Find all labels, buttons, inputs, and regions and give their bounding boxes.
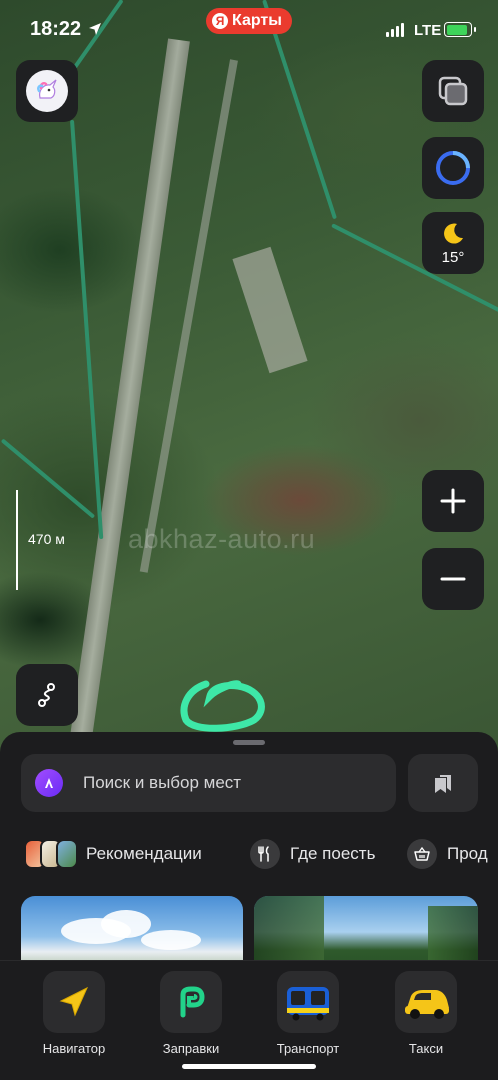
sheet-grabber[interactable]	[233, 740, 265, 745]
fuel-p-icon	[160, 971, 222, 1033]
tab-transport[interactable]: Транспорт	[258, 971, 358, 1056]
bus-icon	[277, 971, 339, 1033]
scale-bar	[16, 490, 18, 590]
border-line	[0, 438, 96, 519]
category-chips: Рекомендации Где поесть Прод	[0, 834, 498, 874]
battery-fill	[446, 24, 468, 35]
chip-label: Прод	[447, 844, 488, 863]
tab-navigator[interactable]: Навигатор	[24, 971, 124, 1056]
app-pill[interactable]: Я Карты	[206, 8, 292, 34]
layers-button[interactable]	[422, 60, 484, 122]
status-time: 18:22	[30, 18, 82, 40]
chip-recommendations[interactable]: Рекомендации	[24, 834, 202, 874]
chip-where-to-eat[interactable]: Где поесть	[250, 834, 375, 874]
app-pill-label: Карты	[232, 12, 282, 29]
chip-label: Где поесть	[290, 844, 376, 863]
scale-label: 470 м	[28, 531, 65, 547]
zoom-in-button[interactable]	[422, 470, 484, 532]
fork-knife-icon	[250, 839, 280, 869]
location-arrow-icon	[89, 23, 101, 35]
plus-icon	[440, 488, 466, 514]
search-field[interactable]: Поиск и выбор мест	[21, 754, 396, 812]
minus-icon	[440, 577, 466, 581]
weather-temperature: 15°	[441, 248, 465, 266]
watermark: abkhaz-auto.ru	[128, 524, 316, 554]
marker-scribble	[180, 680, 265, 732]
basket-icon	[407, 839, 437, 869]
home-indicator	[182, 1064, 316, 1069]
signal-icon	[386, 23, 404, 37]
tab-fuel[interactable]: Заправки	[141, 971, 241, 1056]
chip-products[interactable]: Прод	[407, 834, 488, 874]
tab-label: Транспорт	[276, 1041, 340, 1056]
alice-button[interactable]	[422, 137, 484, 199]
tab-label: Заправки	[162, 1041, 220, 1056]
layers-icon	[438, 76, 468, 106]
battery-icon	[444, 22, 476, 37]
bookmarks-icon	[435, 775, 451, 793]
profile-button[interactable]	[16, 60, 78, 122]
yandex-logo: Я	[212, 13, 228, 29]
weather-button[interactable]: 15°	[422, 212, 484, 274]
tab-label: Такси	[408, 1041, 444, 1056]
status-bar: 18:22 Я Карты LTE	[0, 0, 498, 62]
moon-icon	[444, 223, 463, 244]
tab-label: Навигатор	[42, 1041, 106, 1056]
chip-label: Рекомендации	[86, 844, 202, 863]
zoom-out-button[interactable]	[422, 548, 484, 610]
apron	[232, 246, 308, 374]
route-icon	[38, 683, 55, 707]
recommendations-thumbs	[24, 839, 78, 869]
bottom-sheet[interactable]: Поиск и выбор мест Рекомендации Где поес…	[0, 732, 498, 972]
alice-search-icon	[35, 769, 63, 797]
border-line	[70, 119, 104, 540]
network-label: LTE	[414, 22, 442, 39]
search-placeholder: Поиск и выбор мест	[83, 773, 242, 792]
tab-taxi[interactable]: Такси	[376, 971, 476, 1056]
taxi-car-icon	[395, 971, 457, 1033]
avatar	[26, 70, 68, 112]
tab-bar: Навигатор Заправки Транспорт Такси	[0, 960, 498, 1080]
alice-icon	[436, 151, 470, 185]
route-button[interactable]	[16, 664, 78, 726]
navigator-arrow-icon	[43, 971, 105, 1033]
bookmarks-button[interactable]	[408, 754, 478, 812]
unicorn-icon	[37, 79, 57, 99]
